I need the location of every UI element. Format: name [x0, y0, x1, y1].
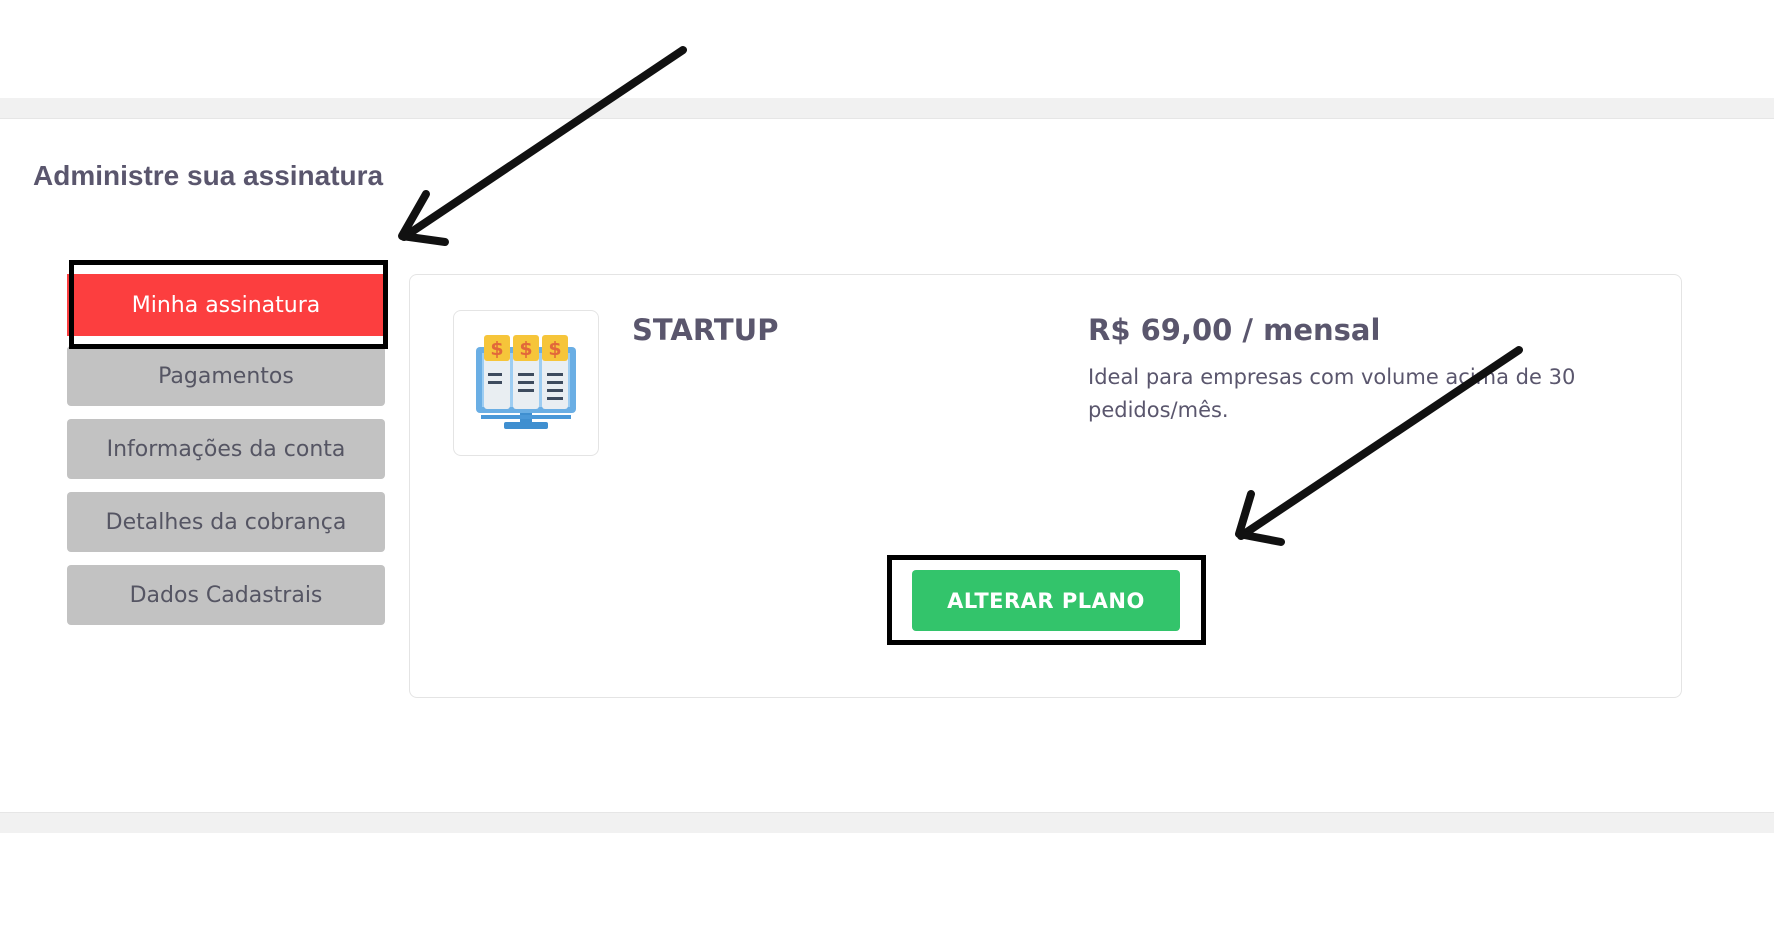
svg-text:$: $	[519, 338, 532, 360]
arrow-to-nav-head	[398, 190, 449, 246]
bottom-divider-band	[0, 812, 1774, 833]
svg-text:$: $	[548, 338, 561, 360]
nav-item-detalhes-da-cobranca[interactable]: Detalhes da cobrança	[67, 492, 385, 552]
subscription-nav: Minha assinatura Pagamentos Informações …	[67, 274, 385, 638]
nav-item-informacoes-da-conta[interactable]: Informações da conta	[67, 419, 385, 479]
svg-text:$: $	[490, 338, 503, 360]
plan-name: STARTUP	[632, 313, 779, 347]
monitor-billing-icon: $ $ $	[476, 335, 576, 429]
plan-icon-frame: $ $ $	[453, 310, 599, 456]
plan-description: Ideal para empresas com volume acima de …	[1088, 365, 1576, 422]
nav-item-dados-cadastrais[interactable]: Dados Cadastrais	[67, 565, 385, 625]
change-plan-button[interactable]: ALTERAR PLANO	[912, 570, 1180, 631]
plan-card: $ $ $ STARTUP R$ 69,00 / mensal Ideal pa…	[409, 274, 1682, 698]
arrow-to-nav	[400, 46, 687, 241]
top-divider-band	[0, 98, 1774, 119]
nav-item-minha-assinatura[interactable]: Minha assinatura	[67, 274, 385, 336]
page-title: Administre sua assinatura	[33, 160, 384, 191]
nav-item-pagamentos[interactable]: Pagamentos	[67, 346, 385, 406]
plan-price: R$ 69,00 / mensal	[1088, 313, 1381, 347]
